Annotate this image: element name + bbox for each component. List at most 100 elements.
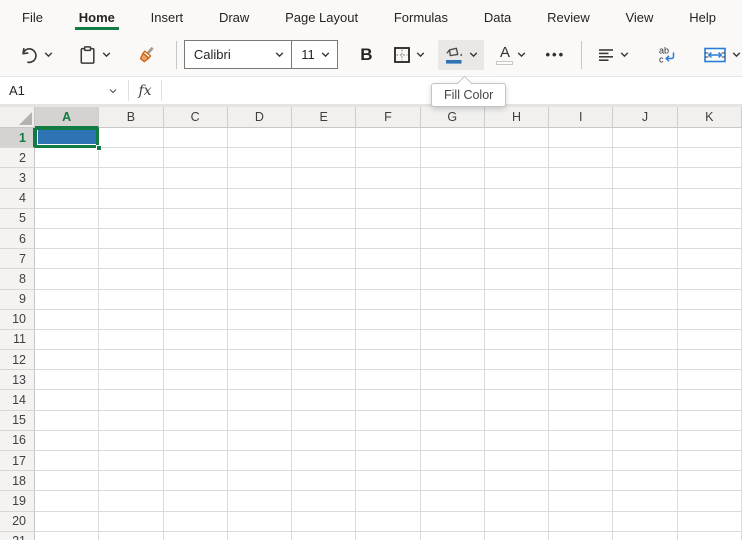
cell-H3[interactable] <box>485 168 549 188</box>
cell-H17[interactable] <box>485 451 549 471</box>
cell-B18[interactable] <box>99 471 163 491</box>
cell-D5[interactable] <box>228 209 292 229</box>
cell-D11[interactable] <box>228 330 292 350</box>
cell-F10[interactable] <box>356 310 420 330</box>
cell-C16[interactable] <box>164 431 228 451</box>
cell-A14[interactable] <box>35 390 99 410</box>
cell-F3[interactable] <box>356 168 420 188</box>
cell-I5[interactable] <box>549 209 613 229</box>
cell-D16[interactable] <box>228 431 292 451</box>
cell-I3[interactable] <box>549 168 613 188</box>
alignment-button[interactable] <box>596 45 630 65</box>
cell-E7[interactable] <box>292 249 356 269</box>
cell-H9[interactable] <box>485 290 549 310</box>
cell-J16[interactable] <box>613 431 677 451</box>
row-header-10[interactable]: 10 <box>0 310 35 330</box>
column-header-K[interactable]: K <box>678 107 742 128</box>
cell-I14[interactable] <box>549 390 613 410</box>
cell-B20[interactable] <box>99 512 163 532</box>
cell-A13[interactable] <box>35 370 99 390</box>
cell-I18[interactable] <box>549 471 613 491</box>
cell-E12[interactable] <box>292 350 356 370</box>
cell-H6[interactable] <box>485 229 549 249</box>
row-header-19[interactable]: 19 <box>0 491 35 511</box>
cell-G7[interactable] <box>421 249 485 269</box>
cell-J20[interactable] <box>613 512 677 532</box>
cell-H18[interactable] <box>485 471 549 491</box>
cell-E9[interactable] <box>292 290 356 310</box>
cell-J4[interactable] <box>613 189 677 209</box>
cell-E17[interactable] <box>292 451 356 471</box>
column-header-C[interactable]: C <box>164 107 228 128</box>
cell-D19[interactable] <box>228 491 292 511</box>
cell-F5[interactable] <box>356 209 420 229</box>
cell-B17[interactable] <box>99 451 163 471</box>
row-header-5[interactable]: 5 <box>0 209 35 229</box>
cell-H21[interactable] <box>485 532 549 540</box>
undo-dropdown-chevron[interactable] <box>43 49 54 60</box>
cell-B5[interactable] <box>99 209 163 229</box>
cell-B3[interactable] <box>99 168 163 188</box>
cell-F15[interactable] <box>356 411 420 431</box>
cell-J2[interactable] <box>613 148 677 168</box>
cell-B15[interactable] <box>99 411 163 431</box>
cell-I1[interactable] <box>549 128 613 148</box>
cell-B9[interactable] <box>99 290 163 310</box>
cell-F13[interactable] <box>356 370 420 390</box>
cell-G12[interactable] <box>421 350 485 370</box>
cell-C6[interactable] <box>164 229 228 249</box>
more-options-button[interactable]: ••• <box>545 47 565 62</box>
cell-H15[interactable] <box>485 411 549 431</box>
cell-C3[interactable] <box>164 168 228 188</box>
cell-J17[interactable] <box>613 451 677 471</box>
cell-E10[interactable] <box>292 310 356 330</box>
cell-K12[interactable] <box>678 350 742 370</box>
tab-draw[interactable]: Draw <box>217 2 251 31</box>
cell-A15[interactable] <box>35 411 99 431</box>
cell-J11[interactable] <box>613 330 677 350</box>
row-header-11[interactable]: 11 <box>0 330 35 350</box>
cell-A20[interactable] <box>35 512 99 532</box>
cell-I2[interactable] <box>549 148 613 168</box>
row-header-20[interactable]: 20 <box>0 512 35 532</box>
cell-C12[interactable] <box>164 350 228 370</box>
cell-A19[interactable] <box>35 491 99 511</box>
cell-F16[interactable] <box>356 431 420 451</box>
cell-J5[interactable] <box>613 209 677 229</box>
cell-B1[interactable] <box>99 128 163 148</box>
cell-F2[interactable] <box>356 148 420 168</box>
column-header-G[interactable]: G <box>421 107 485 128</box>
cell-E8[interactable] <box>292 269 356 289</box>
row-header-17[interactable]: 17 <box>0 451 35 471</box>
cell-D3[interactable] <box>228 168 292 188</box>
cell-C20[interactable] <box>164 512 228 532</box>
cell-A7[interactable] <box>35 249 99 269</box>
cell-C17[interactable] <box>164 451 228 471</box>
cell-G10[interactable] <box>421 310 485 330</box>
cell-E13[interactable] <box>292 370 356 390</box>
row-header-21[interactable]: 21 <box>0 532 35 540</box>
cell-B13[interactable] <box>99 370 163 390</box>
cell-E5[interactable] <box>292 209 356 229</box>
row-header-7[interactable]: 7 <box>0 249 35 269</box>
cell-B2[interactable] <box>99 148 163 168</box>
cell-H12[interactable] <box>485 350 549 370</box>
cell-F21[interactable] <box>356 532 420 540</box>
cell-K7[interactable] <box>678 249 742 269</box>
cell-H2[interactable] <box>485 148 549 168</box>
cell-J13[interactable] <box>613 370 677 390</box>
font-color-dropdown-chevron[interactable] <box>516 49 527 60</box>
cell-D7[interactable] <box>228 249 292 269</box>
cell-A5[interactable] <box>35 209 99 229</box>
cell-G9[interactable] <box>421 290 485 310</box>
row-header-6[interactable]: 6 <box>0 229 35 249</box>
cell-E18[interactable] <box>292 471 356 491</box>
cell-E16[interactable] <box>292 431 356 451</box>
cell-B10[interactable] <box>99 310 163 330</box>
cell-A2[interactable] <box>35 148 99 168</box>
cell-F11[interactable] <box>356 330 420 350</box>
cell-I4[interactable] <box>549 189 613 209</box>
cell-I16[interactable] <box>549 431 613 451</box>
cell-K2[interactable] <box>678 148 742 168</box>
alignment-dropdown-chevron[interactable] <box>619 49 630 60</box>
